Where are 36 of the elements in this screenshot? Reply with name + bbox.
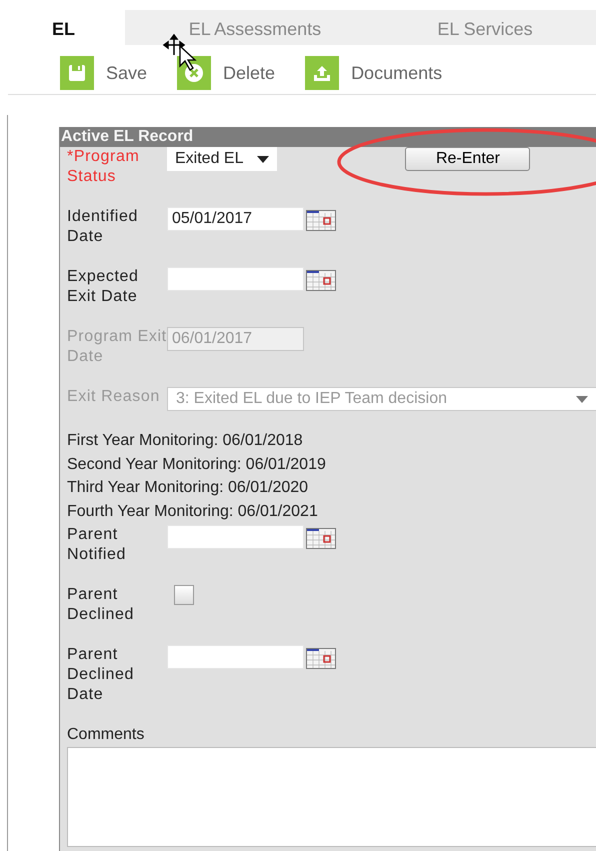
comments-field[interactable] (67, 747, 596, 847)
date-field[interactable] (167, 525, 304, 549)
caret-icon (257, 156, 270, 162)
cursor-icon (163, 34, 197, 71)
upload-button[interactable]: Documents (305, 52, 442, 94)
field-label: *Program Status (67, 147, 140, 187)
calendar-icon[interactable] (306, 528, 336, 549)
date-field[interactable] (167, 267, 304, 291)
date-field[interactable] (167, 645, 304, 669)
field-label: Parent Notified (67, 525, 128, 565)
panel-title: Active EL Record (60, 127, 596, 147)
save-icon (67, 63, 87, 83)
field-label: Identified Date (67, 207, 139, 247)
field-label: Program Exit Date (67, 327, 167, 367)
checkbox[interactable] (174, 585, 194, 605)
field-label: Exit Reason (67, 387, 161, 407)
monitoring-date: Fourth Year Monitoring: 06/01/2021 (67, 502, 319, 522)
save-button[interactable]: Save (60, 52, 148, 94)
field-label: Parent Declined (67, 585, 136, 625)
date-field[interactable]: 05/01/2017 (167, 207, 304, 231)
tab[interactable]: EL Services (385, 10, 585, 45)
dropdown[interactable]: Exited EL (167, 147, 278, 171)
caret-icon (576, 396, 588, 402)
dropdown: 3: Exited EL due to IEP Team decision (167, 387, 596, 411)
monitoring-date: First Year Monitoring: 06/01/2018 (67, 431, 304, 451)
upload-icon (312, 63, 332, 83)
tab[interactable]: EL Assessments (125, 10, 385, 45)
calendar-icon[interactable] (306, 210, 336, 231)
calendar-icon[interactable] (306, 648, 336, 669)
field-label: Expected Exit Date (67, 267, 140, 307)
re-enter-button[interactable]: Re-Enter (405, 147, 530, 171)
calendar-icon[interactable] (306, 270, 336, 291)
field-label: Comments (67, 725, 146, 745)
monitoring-date: Third Year Monitoring: 06/01/2020 (67, 478, 310, 498)
field-label: Parent Declined Date (67, 645, 136, 705)
monitoring-date: Second Year Monitoring: 06/01/2019 (67, 454, 327, 474)
